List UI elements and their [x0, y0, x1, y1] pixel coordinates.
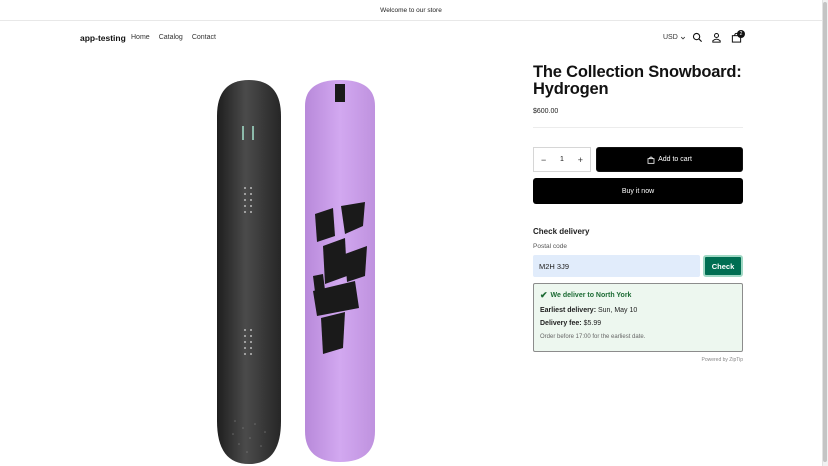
delivery-headline: We deliver to North York — [550, 292, 632, 299]
buy-now-button[interactable]: Buy it now — [533, 178, 743, 204]
divider — [533, 127, 743, 128]
postal-code-label: Postal code — [533, 243, 567, 250]
delivery-fee-value: $5.99 — [583, 320, 602, 327]
nav-contact[interactable]: Contact — [192, 34, 216, 41]
quantity-value[interactable]: 1 — [560, 156, 564, 163]
nav-catalog[interactable]: Catalog — [159, 34, 183, 41]
check-delivery-title: Check delivery — [533, 227, 590, 236]
delivery-fee-label: Delivery fee: — [540, 320, 582, 327]
scrollbar-thumb[interactable] — [823, 2, 827, 462]
add-to-cart-label: Add to cart — [658, 156, 692, 163]
delivery-result: ✔ We deliver to North York Earliest deli… — [533, 283, 743, 352]
quantity-stepper[interactable]: − 1 + — [533, 147, 591, 172]
checkmark-icon: ✔ — [540, 290, 548, 300]
quantity-increase-button[interactable]: + — [578, 155, 583, 165]
quantity-decrease-button[interactable]: − — [541, 155, 546, 165]
product-title: The Collection Snowboard: Hydrogen — [533, 63, 742, 98]
product-price: $600.00 — [533, 108, 559, 115]
cart-count-badge: 2 — [737, 30, 745, 38]
delivery-note: Order before 17:00 for the earliest date… — [540, 334, 646, 340]
currency-label: USD — [663, 34, 678, 41]
currency-selector[interactable]: USD — [663, 34, 686, 41]
earliest-delivery-label: Earliest delivery: — [540, 307, 597, 314]
bag-icon — [647, 156, 655, 164]
page-scrollbar[interactable] — [822, 0, 828, 466]
add-to-cart-button[interactable]: Add to cart — [596, 147, 743, 172]
earliest-delivery-value: Sun, May 10 — [597, 307, 638, 314]
announcement-bar: Welcome to our store — [0, 0, 822, 21]
main-nav: Home Catalog Contact — [131, 34, 225, 41]
buy-now-label: Buy it now — [621, 187, 655, 195]
postal-code-input[interactable] — [533, 255, 700, 277]
nav-home[interactable]: Home — [131, 34, 150, 41]
account-icon[interactable] — [711, 32, 722, 43]
store-logo[interactable]: app-testing — [80, 33, 126, 43]
search-icon[interactable] — [692, 32, 703, 43]
check-button[interactable]: Check — [703, 255, 743, 277]
site-header: app-testing Home Catalog Contact USD 2 — [0, 22, 822, 56]
product-image[interactable] — [195, 76, 395, 466]
powered-by-link[interactable]: Powered by ZipTip — [690, 357, 744, 363]
announcement-text: Welcome to our store — [380, 6, 442, 14]
buy-row: − 1 + Add to cart — [533, 147, 743, 172]
product-info: The Collection Snowboard: Hydrogen $600.… — [533, 64, 743, 128]
chevron-down-icon — [680, 36, 685, 39]
